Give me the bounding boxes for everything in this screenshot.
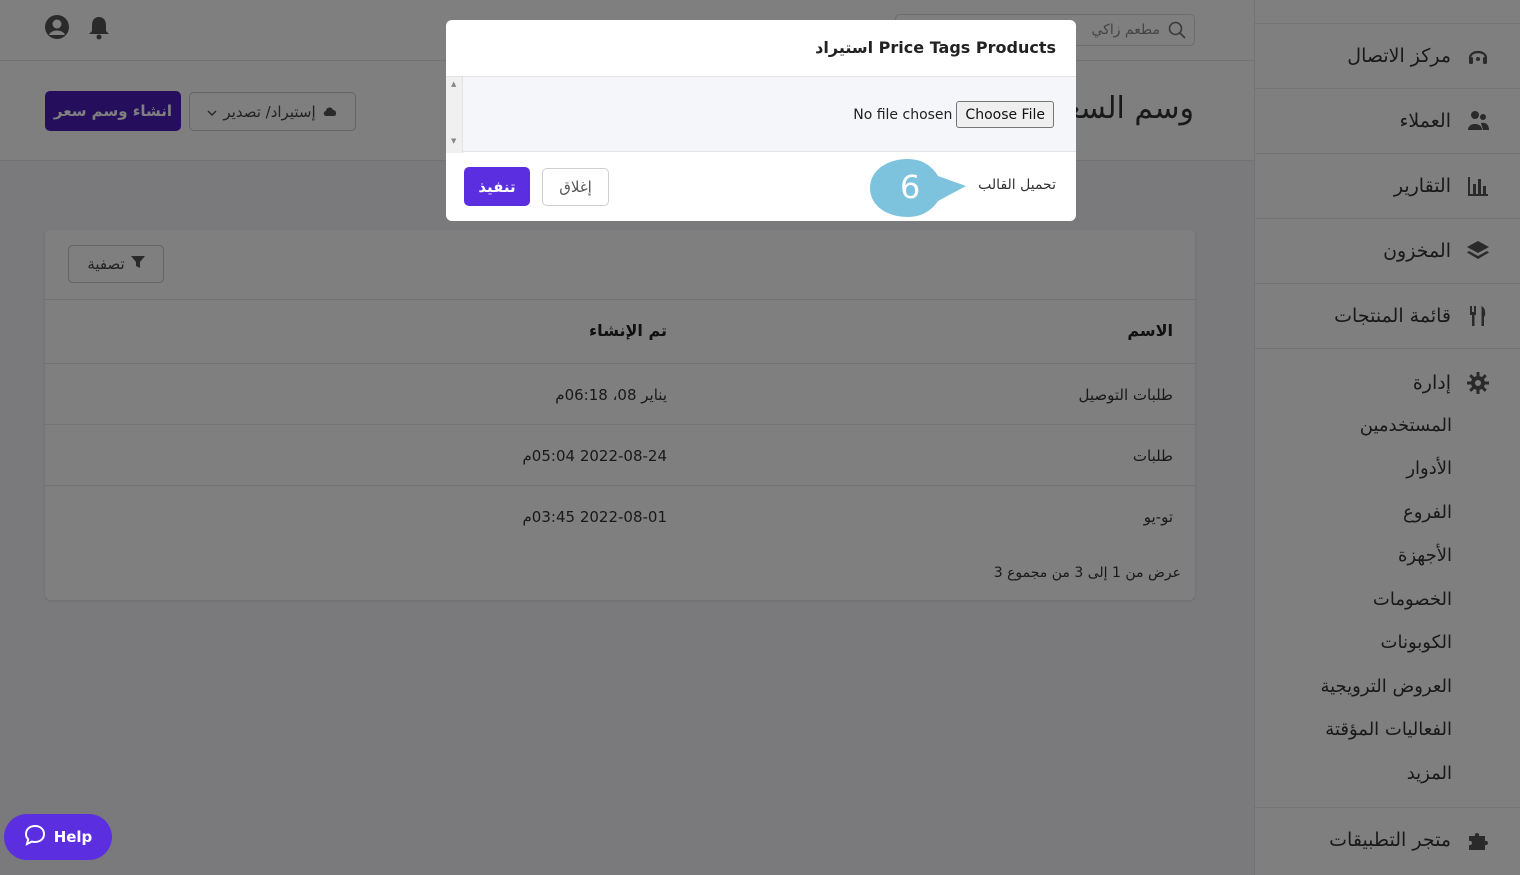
scroll-down-arrow-icon[interactable]: ▼ [451, 137, 456, 145]
chat-bubble-icon [24, 824, 46, 850]
help-button[interactable]: Help [4, 814, 112, 860]
modal-title: استيراد Price Tags Products [815, 38, 1056, 57]
import-modal: استيراد Price Tags Products ▲ ▼ No file … [446, 20, 1076, 221]
download-template-link[interactable]: تحميل القالب [978, 177, 1056, 193]
help-label: Help [53, 828, 93, 846]
file-input[interactable]: No file chosen Choose File [853, 101, 1054, 128]
choose-file-button[interactable]: Choose File [956, 101, 1054, 128]
modal-footer: تحميل القالب إغلاق تنفيذ [446, 152, 1076, 221]
file-status: No file chosen [853, 106, 953, 123]
close-button[interactable]: إغلاق [542, 168, 609, 206]
modal-body: ▲ ▼ No file chosen Choose File [446, 76, 1076, 153]
callout-step-number: 6 [900, 168, 921, 206]
step-callout: 6 [870, 158, 970, 218]
submit-button[interactable]: تنفيذ [464, 167, 530, 206]
scroll-up-arrow-icon[interactable]: ▲ [451, 80, 456, 88]
modal-scrollbar[interactable]: ▲ ▼ [446, 77, 463, 153]
